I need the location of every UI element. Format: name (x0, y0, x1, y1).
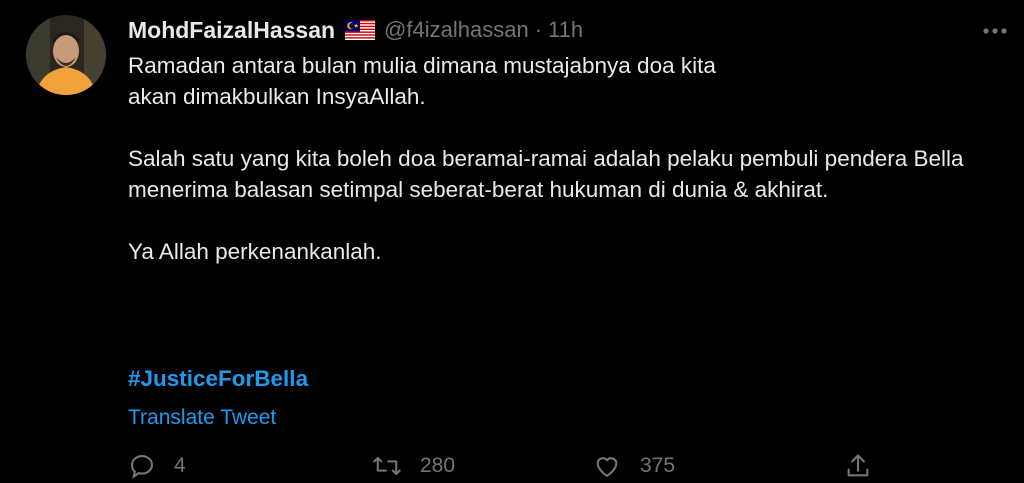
heart-icon (596, 457, 618, 477)
retweet-icon (373, 456, 401, 476)
malaysia-flag-icon (345, 20, 376, 40)
more-dots-icon[interactable] (980, 16, 1010, 46)
like-count: 375 (640, 454, 676, 477)
author-handle[interactable]: @f4izalhassan (384, 17, 529, 43)
tweet[interactable]: MohdFaizalHassan @f4izalhassan · 11h Ram… (0, 0, 1024, 483)
avatar-image (26, 15, 106, 95)
share-icon (847, 454, 869, 477)
translate-tweet-link[interactable]: Translate Tweet (128, 406, 276, 430)
header-separator: · (534, 17, 543, 42)
tweet-paragraph: Ramadan antara bulan mulia dimana mustaj… (128, 53, 716, 109)
tweet-actions: 4 280 375 (128, 452, 1008, 483)
retweet-count: 280 (420, 454, 456, 477)
reply-count: 4 (174, 454, 186, 477)
tweet-header: MohdFaizalHassan @f4izalhassan · 11h (128, 14, 583, 46)
retweet-button[interactable]: 280 (372, 452, 455, 480)
tweet-paragraph: Ya Allah perkenankanlah. (128, 239, 382, 264)
tweet-paragraph: Salah satu yang kita boleh doa beramai-r… (128, 146, 964, 202)
share-button[interactable] (844, 452, 890, 480)
reply-button[interactable]: 4 (128, 452, 186, 480)
reply-bubble-icon (131, 455, 153, 479)
tweet-text: Ramadan antara bulan mulia dimana mustaj… (128, 50, 1008, 267)
like-button[interactable]: 375 (592, 452, 675, 480)
hashtag-link[interactable]: #JusticeForBella (128, 366, 308, 392)
author-display-name[interactable]: MohdFaizalHassan (128, 17, 335, 44)
tweet-timestamp[interactable]: 11h (548, 17, 583, 43)
avatar[interactable] (26, 15, 106, 95)
